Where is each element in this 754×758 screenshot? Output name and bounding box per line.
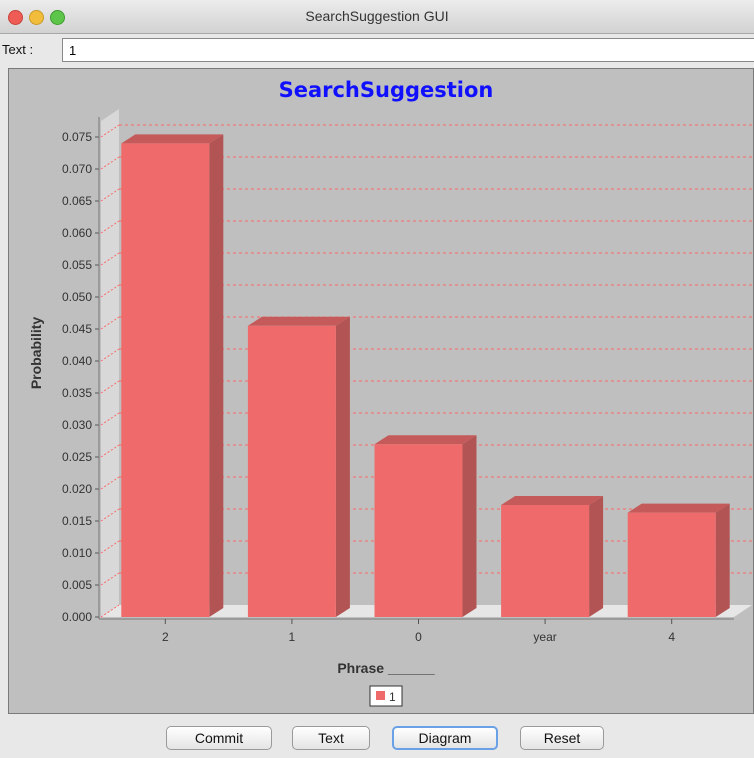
- y-tick-label: 0.045: [62, 322, 92, 336]
- bar-side: [209, 134, 224, 617]
- bar-side: [335, 316, 350, 617]
- bar-top: [247, 316, 350, 326]
- bar-chart: SearchSuggestion 0.000 0.005 0.010 0.015 0.02…: [28, 78, 752, 707]
- text-row: Text :: [0, 34, 754, 66]
- y-tick-label: 0.030: [62, 418, 92, 432]
- bar: [374, 444, 463, 617]
- bar-side: [589, 496, 604, 617]
- y-tick-label: 0.075: [62, 130, 92, 144]
- chart-title: SearchSuggestion: [279, 78, 494, 102]
- diagram-button[interactable]: Diagram: [392, 726, 498, 750]
- y-tick-label: 0.040: [62, 354, 92, 368]
- text-input[interactable]: [62, 38, 754, 62]
- plot-left-wall: [101, 109, 119, 617]
- y-tick-label: 0.010: [62, 546, 92, 560]
- reset-button[interactable]: Reset: [520, 726, 604, 750]
- bar-top: [374, 435, 477, 445]
- title-bar: SearchSuggestion GUI: [0, 0, 754, 34]
- y-tick-label: 0.020: [62, 482, 92, 496]
- y-tick-label: 0.005: [62, 578, 92, 592]
- y-tick-label: 0.035: [62, 386, 92, 400]
- x-tick-label: 1: [289, 630, 296, 644]
- commit-button[interactable]: Commit: [166, 726, 272, 750]
- y-tick-label: 0.050: [62, 290, 92, 304]
- legend-label: 1: [389, 690, 396, 704]
- x-tick-label: 4: [668, 630, 675, 644]
- y-axis-label: Probability: [28, 317, 44, 390]
- chart-panel: SearchSuggestion 0.000 0.005 0.010 0.015 0.02…: [8, 68, 754, 714]
- x-tick-label: 2: [162, 630, 169, 644]
- legend-box: [369, 685, 403, 707]
- text-button[interactable]: Text: [292, 726, 370, 750]
- bar: [501, 505, 590, 617]
- window-title: SearchSuggestion GUI: [305, 8, 449, 24]
- text-label: Text :: [2, 42, 34, 57]
- bar-top: [121, 134, 224, 144]
- x-axis-label: Phrase ______: [337, 660, 435, 676]
- bar-side: [462, 435, 477, 617]
- bar: [627, 512, 716, 617]
- y-tick-label: 0.060: [62, 226, 92, 240]
- y-tick-label: 0.025: [62, 450, 92, 464]
- y-tick-label: 0.000: [62, 610, 92, 624]
- button-bar: Commit Text Diagram Reset: [0, 716, 754, 758]
- bar: [247, 325, 336, 617]
- x-tick-label: 0: [415, 630, 422, 644]
- bar-top: [627, 503, 730, 513]
- bar-top: [501, 496, 604, 505]
- y-tick-label: 0.070: [62, 162, 92, 176]
- x-tick-label: year: [533, 630, 556, 644]
- y-tick-label: 0.055: [62, 258, 92, 272]
- legend-swatch: [376, 691, 385, 700]
- y-tick-label: 0.065: [62, 194, 92, 208]
- y-tick-label: 0.015: [62, 514, 92, 528]
- bar: [121, 143, 210, 617]
- bar-side: [715, 503, 730, 617]
